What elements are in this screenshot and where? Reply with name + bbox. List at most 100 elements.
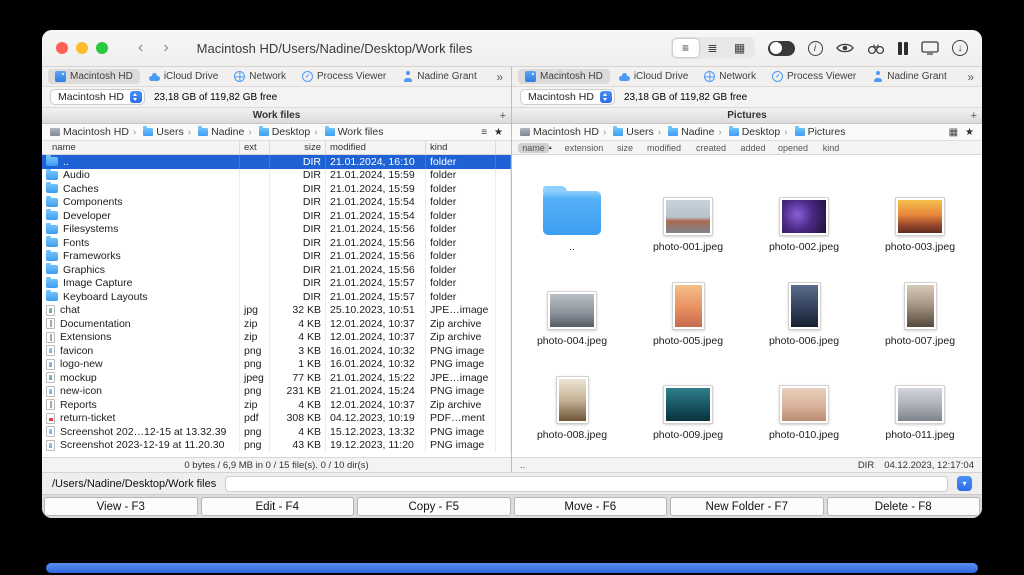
grid-item[interactable]: photo-005.jpeg	[630, 255, 746, 349]
breadcrumb-item[interactable]: Macintosh HD	[48, 126, 131, 138]
file-row[interactable]: return-ticket pdf 308 KB 04.12.2023, 10:…	[42, 411, 511, 425]
file-row[interactable]: Extensions zip 4 KB 12.01.2024, 10:37 Zi…	[42, 330, 511, 344]
new-tab-button[interactable]: +	[971, 108, 977, 123]
grid-item[interactable]: photo-006.jpeg	[746, 255, 862, 349]
function-key-button[interactable]: New Folder - F7	[670, 497, 824, 516]
column-header[interactable]: name	[42, 141, 240, 154]
file-row[interactable]: Screenshot 2023-12-19 at 11.20.30 png 43…	[42, 438, 511, 452]
favorite-item[interactable]: Macintosh HD	[518, 69, 610, 84]
breadcrumb-item[interactable]: Work files	[312, 126, 385, 138]
file-row[interactable]: Audio DIR 21.01.2024, 15:59 folder	[42, 168, 511, 182]
command-input[interactable]	[225, 475, 948, 492]
file-row[interactable]: new-icon png 231 KB 21.01.2024, 15:24 PN…	[42, 384, 511, 398]
zoom-button[interactable]	[96, 42, 108, 54]
close-button[interactable]	[56, 42, 68, 54]
new-tab-button[interactable]: +	[500, 108, 506, 123]
tab-work-files[interactable]: Work files	[42, 110, 511, 121]
grid-item[interactable]: ..	[514, 161, 630, 255]
file-row[interactable]: chat jpg 32 KB 25.10.2023, 10:51 JPE…ima…	[42, 303, 511, 317]
grid-item[interactable]: photo-002.jpeg	[746, 161, 862, 255]
minimize-button[interactable]	[76, 42, 88, 54]
file-row[interactable]: Graphics DIR 21.01.2024, 15:56 folder	[42, 263, 511, 277]
grid-item[interactable]: photo-009.jpeg	[630, 349, 746, 443]
column-header[interactable]: modified	[640, 141, 688, 154]
grid-item[interactable]: photo-011.jpeg	[862, 349, 978, 443]
file-row[interactable]: Developer DIR 21.01.2024, 15:54 folder	[42, 209, 511, 223]
panes-layout-icon[interactable]	[897, 41, 908, 55]
file-row[interactable]: .. DIR 21.01.2024, 16:10 folder	[42, 155, 511, 169]
favorite-item[interactable]: Nadine Grant	[395, 69, 483, 84]
file-row[interactable]: Reports zip 4 KB 12.01.2024, 10:37 Zip a…	[42, 398, 511, 412]
grid-item[interactable]: photo-004.jpeg	[514, 255, 630, 349]
breadcrumb-item[interactable]: Nadine	[656, 126, 717, 138]
column-header[interactable]: created	[688, 141, 734, 154]
column-header[interactable]: size	[270, 141, 326, 154]
column-header[interactable]: kind	[814, 141, 848, 154]
drive-select[interactable]: Macintosh HD	[520, 89, 615, 105]
favorites-overflow-chevron[interactable]: »	[494, 70, 505, 84]
favorite-item[interactable]: iCloud Drive	[612, 69, 695, 84]
tab-pictures[interactable]: Pictures	[512, 110, 982, 121]
grid-item[interactable]: photo-007.jpeg	[862, 255, 978, 349]
file-row[interactable]: Screenshot 202…12-15 at 13.32.39 png 4 K…	[42, 425, 511, 439]
grid-item[interactable]: photo-001.jpeg	[630, 161, 746, 255]
breadcrumb-item[interactable]: Macintosh HD	[518, 126, 601, 138]
list-view-icon[interactable]: ≡	[481, 127, 487, 138]
column-header[interactable]: added	[734, 141, 772, 154]
favorite-item[interactable]: iCloud Drive	[142, 69, 225, 84]
view-mode-button[interactable]: ≣	[700, 39, 726, 57]
grid-item[interactable]: photo-003.jpeg	[862, 161, 978, 255]
file-row[interactable]: Image Capture DIR 21.01.2024, 15:57 fold…	[42, 276, 511, 290]
favorite-item[interactable]: Network	[227, 69, 293, 84]
view-mode-button[interactable]: ▦	[727, 39, 753, 57]
back-button[interactable]: ‹	[132, 40, 149, 56]
grid-item[interactable]: photo-010.jpeg	[746, 349, 862, 443]
file-row[interactable]: Frameworks DIR 21.01.2024, 15:56 folder	[42, 249, 511, 263]
breadcrumb-item[interactable]: Desktop	[246, 126, 312, 138]
breadcrumb-item[interactable]: Desktop	[716, 126, 782, 138]
column-header[interactable]: extension	[558, 141, 610, 154]
theme-toggle[interactable]	[767, 40, 795, 56]
function-key-button[interactable]: Delete - F8	[826, 497, 980, 516]
download-icon[interactable]: ↓	[952, 40, 968, 56]
favorites-overflow-chevron[interactable]: »	[965, 70, 976, 84]
favorite-item[interactable]: Process Viewer	[295, 69, 393, 84]
breadcrumb-item[interactable]: Nadine	[186, 126, 247, 138]
file-row[interactable]: logo-new png 1 KB 16.01.2024, 10:32 PNG …	[42, 357, 511, 371]
file-row[interactable]: Components DIR 21.01.2024, 15:54 folder	[42, 195, 511, 209]
forward-button[interactable]: ›	[157, 40, 174, 56]
function-key-button[interactable]: View - F3	[44, 497, 198, 516]
favorite-item[interactable]: Network	[697, 69, 763, 84]
file-row[interactable]: Filesystems DIR 21.01.2024, 15:56 folder	[42, 222, 511, 236]
view-mode-button[interactable]: ≡	[672, 39, 699, 57]
column-header[interactable]: ext	[240, 141, 270, 154]
breadcrumb-item[interactable]: Users	[131, 126, 186, 138]
function-key-button[interactable]: Copy - F5	[357, 497, 511, 516]
file-row[interactable]: Caches DIR 21.01.2024, 15:59 folder	[42, 182, 511, 196]
favorite-item[interactable]: Process Viewer	[765, 69, 863, 84]
column-header[interactable]: opened	[772, 141, 814, 154]
breadcrumb-item[interactable]: Users	[601, 126, 656, 138]
favorite-item[interactable]: Nadine Grant	[865, 69, 953, 84]
grid-view-icon[interactable]: ▦	[949, 127, 958, 138]
file-row[interactable]: Fonts DIR 21.01.2024, 15:56 folder	[42, 236, 511, 250]
bookmark-star-icon[interactable]: ★	[965, 127, 974, 138]
column-header[interactable]: kind	[426, 141, 496, 154]
file-row[interactable]: Documentation zip 4 KB 12.01.2024, 10:37…	[42, 317, 511, 331]
function-key-button[interactable]: Move - F6	[513, 497, 667, 516]
favorite-item[interactable]: Macintosh HD	[48, 69, 140, 84]
column-header[interactable]: name ▴	[512, 141, 558, 154]
column-header[interactable]: size	[610, 141, 640, 154]
column-header[interactable]: modified	[326, 141, 426, 154]
info-icon[interactable]: i	[807, 40, 823, 56]
grid-item[interactable]: photo-008.jpeg	[514, 349, 630, 443]
file-row[interactable]: mockup jpeg 77 KB 21.01.2024, 15:22 JPE……	[42, 371, 511, 385]
function-key-button[interactable]: Edit - F4	[200, 497, 354, 516]
file-row[interactable]: favicon png 3 KB 16.01.2024, 10:32 PNG i…	[42, 344, 511, 358]
search-binoculars-icon[interactable]	[867, 42, 885, 55]
bookmark-star-icon[interactable]: ★	[494, 127, 503, 138]
screen-sharing-icon[interactable]	[921, 41, 939, 55]
drive-select[interactable]: Macintosh HD	[50, 89, 145, 105]
command-history-button[interactable]: ▾	[957, 476, 972, 491]
file-row[interactable]: Keyboard Layouts DIR 21.01.2024, 15:57 f…	[42, 290, 511, 304]
